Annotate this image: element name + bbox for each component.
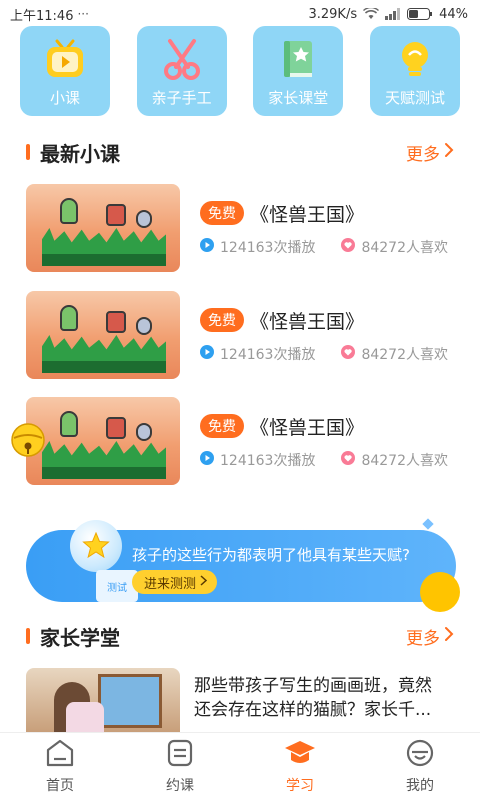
status-time: 上午11:46 bbox=[10, 8, 74, 24]
banner-test-button[interactable]: 进来测测 bbox=[132, 570, 218, 594]
tv-play-icon bbox=[43, 37, 87, 81]
profile-icon bbox=[406, 739, 434, 771]
banner-text: 孩子的这些行为都表明了他具有某些天赋? bbox=[132, 546, 410, 564]
parents-section-header: 家长学堂 更多 bbox=[0, 618, 480, 654]
article-title-line1: 那些带孩子写生的画画班，竟然 bbox=[194, 676, 432, 696]
battery-level: 44% bbox=[439, 6, 468, 22]
heart-icon bbox=[341, 237, 356, 256]
course-thumbnail bbox=[26, 184, 180, 272]
chevron-right-icon bbox=[444, 142, 454, 163]
lightbulb-icon bbox=[393, 37, 437, 81]
section-accent-bar bbox=[26, 628, 30, 644]
status-bar: 上午11:46 ··· 3.29K/s 44% bbox=[0, 0, 480, 28]
article-list-item[interactable]: 那些带孩子写生的画画班，竟然 还会存在这样的猫腻？家长千... bbox=[26, 668, 456, 732]
play-count-icon bbox=[200, 344, 214, 363]
ball-decoration bbox=[420, 572, 460, 612]
category-label: 小课 bbox=[49, 89, 80, 107]
category-label: 家长课堂 bbox=[268, 89, 329, 107]
section-title: 最新小课 bbox=[40, 141, 120, 166]
chevron-right-icon bbox=[200, 574, 208, 590]
heart-icon bbox=[341, 344, 356, 363]
course-list-item[interactable]: 免费 《怪兽王国》 124163次播放 84272人喜欢 bbox=[26, 183, 456, 273]
dots-indicator: ··· bbox=[77, 7, 89, 21]
nav-item-learn[interactable]: 学习 bbox=[260, 739, 340, 795]
play-count: 124163次播放 bbox=[220, 239, 316, 256]
section-accent-bar bbox=[26, 144, 30, 160]
floating-bell-icon[interactable] bbox=[10, 422, 46, 458]
course-thumbnail bbox=[26, 291, 180, 379]
category-label: 亲子手工 bbox=[151, 89, 212, 107]
heart-icon bbox=[341, 450, 356, 469]
battery-icon bbox=[407, 8, 433, 20]
play-count: 124163次播放 bbox=[220, 346, 316, 363]
category-tile-parent-class[interactable]: 家长课堂 bbox=[253, 26, 344, 116]
play-count-icon bbox=[200, 237, 214, 256]
nav-item-booking[interactable]: 约课 bbox=[140, 739, 220, 795]
parents-more-link[interactable]: 更多 bbox=[406, 624, 454, 649]
more-label: 更多 bbox=[406, 628, 440, 649]
scissors-icon bbox=[160, 37, 204, 81]
category-tile-craft[interactable]: 亲子手工 bbox=[136, 26, 227, 116]
network-speed: 3.29K/s bbox=[308, 6, 358, 22]
category-tile-small-class[interactable]: 小课 bbox=[20, 26, 110, 116]
course-list-item[interactable]: 免费 《怪兽王国》 124163次播放 84272人喜欢 bbox=[26, 396, 456, 486]
free-badge: 免费 bbox=[200, 414, 244, 438]
latest-more-link[interactable]: 更多 bbox=[406, 140, 454, 165]
play-count-icon bbox=[200, 450, 214, 469]
course-thumbnail bbox=[26, 397, 180, 485]
nav-label: 我的 bbox=[406, 777, 434, 794]
section-title: 家长学堂 bbox=[40, 625, 120, 650]
home-icon bbox=[45, 739, 75, 771]
more-label: 更多 bbox=[406, 144, 440, 165]
nav-label: 首页 bbox=[46, 777, 74, 794]
like-count: 84272人喜欢 bbox=[361, 346, 448, 363]
category-row: 小课 亲子手工 家长课堂 天赋测试 bbox=[20, 26, 460, 116]
nav-item-home[interactable]: 首页 bbox=[20, 739, 100, 795]
course-title: 《怪兽王国》 bbox=[250, 203, 365, 226]
category-tile-talent-test[interactable]: 天赋测试 bbox=[369, 26, 460, 116]
like-count: 84272人喜欢 bbox=[361, 239, 448, 256]
talent-test-banner[interactable]: 测试 孩子的这些行为都表明了他具有某些天赋? 进来测测 bbox=[26, 518, 460, 612]
free-badge: 免费 bbox=[200, 201, 244, 225]
latest-section-header: 最新小课 更多 bbox=[0, 134, 480, 170]
course-title: 《怪兽王国》 bbox=[250, 310, 365, 333]
play-count: 124163次播放 bbox=[220, 452, 316, 469]
category-label: 天赋测试 bbox=[384, 89, 445, 107]
like-count: 84272人喜欢 bbox=[361, 452, 448, 469]
course-title: 《怪兽王国》 bbox=[250, 416, 365, 439]
bottom-navigation: 首页 约课 学习 我的 bbox=[0, 732, 480, 800]
chevron-right-icon bbox=[444, 626, 454, 647]
nav-item-profile[interactable]: 我的 bbox=[380, 739, 460, 795]
booking-icon bbox=[166, 739, 194, 771]
course-list-item[interactable]: 免费 《怪兽王国》 124163次播放 84272人喜欢 bbox=[26, 290, 456, 380]
star-icon bbox=[82, 532, 110, 559]
sparkle-decoration bbox=[422, 518, 434, 530]
free-badge: 免费 bbox=[200, 308, 244, 332]
nav-label: 约课 bbox=[166, 777, 194, 794]
graduation-cap-icon bbox=[284, 739, 316, 771]
book-star-icon bbox=[276, 37, 320, 81]
signal-icon bbox=[385, 8, 401, 20]
article-title-line2: 还会存在这样的猫腻？家长千... bbox=[194, 700, 432, 720]
banner-button-label: 进来测测 bbox=[144, 576, 197, 592]
nav-label: 学习 bbox=[286, 777, 314, 794]
wifi-icon bbox=[363, 8, 380, 20]
article-photo bbox=[26, 668, 180, 732]
